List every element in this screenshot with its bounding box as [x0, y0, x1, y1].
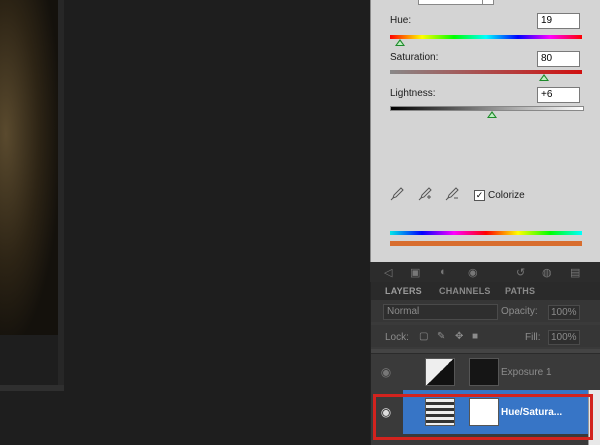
saturation-slider-track[interactable]: [390, 70, 582, 74]
adjustments-panel: Hue: 19 Saturation: 80 Lightness: +6 ✓ C…: [370, 0, 600, 262]
tab-channels[interactable]: CHANNELS: [439, 286, 491, 296]
layer-mask-thumbnail: [469, 358, 499, 386]
hue-slider-track[interactable]: [390, 35, 582, 39]
opacity-label: Opacity:: [501, 306, 538, 317]
canvas-border: [58, 0, 64, 390]
hue-input[interactable]: 19: [537, 13, 580, 29]
exposure-adjustment-thumbnail: [425, 358, 455, 386]
lightness-slider-handle[interactable]: [486, 111, 497, 118]
lock-position-icon[interactable]: ✥: [455, 332, 465, 342]
lock-pixels-icon[interactable]: ✎: [437, 332, 447, 342]
saturation-input[interactable]: 80: [537, 51, 580, 67]
previous-state-icon[interactable]: ↺: [516, 266, 525, 279]
lock-label: Lock:: [385, 332, 409, 343]
saturation-slider-handle[interactable]: [538, 74, 549, 81]
expand-view-icon[interactable]: ▣: [410, 266, 420, 279]
saturation-label: Saturation:: [390, 52, 439, 63]
tab-paths[interactable]: PATHS: [505, 286, 535, 296]
colorize-label: Colorize: [488, 190, 525, 201]
eye-icon[interactable]: ◉: [377, 363, 395, 381]
hue-label: Hue:: [390, 15, 412, 26]
lock-all-icon[interactable]: ■: [472, 332, 482, 342]
eyedropper-icon[interactable]: [390, 187, 404, 201]
visibility-icon[interactable]: ◉: [468, 266, 478, 279]
blend-mode-select[interactable]: Normal: [383, 304, 498, 320]
canvas-border-bottom: [0, 385, 64, 391]
fill-input[interactable]: 100%: [548, 330, 580, 345]
document-canvas[interactable]: [0, 0, 370, 445]
adjustments-footer-toolbar: ◁ ▣ ◐ ◉ ↺ ◍ ▤: [370, 262, 600, 282]
eyedropper-minus-icon[interactable]: [445, 187, 459, 201]
color-range-bar-output: [390, 241, 582, 246]
eyedropper-plus-icon[interactable]: [418, 187, 432, 201]
trash-icon[interactable]: ▤: [570, 266, 580, 279]
tab-layers[interactable]: LAYERS: [385, 286, 422, 296]
reset-icon[interactable]: ◍: [542, 266, 552, 279]
lightness-label: Lightness:: [390, 88, 436, 99]
layer-row[interactable]: ◉ Exposure 1: [371, 353, 600, 391]
back-arrow-icon[interactable]: ◁: [384, 266, 392, 279]
preset-dropdown-arrow[interactable]: [482, 0, 494, 5]
layer-name: Exposure 1: [501, 367, 552, 378]
colorize-checkbox[interactable]: ✓: [474, 190, 485, 201]
clip-layer-icon[interactable]: ◐: [440, 266, 447, 278]
lightness-input[interactable]: +6: [537, 87, 580, 103]
color-range-bar-input: [390, 231, 582, 235]
opacity-input[interactable]: 100%: [548, 305, 580, 320]
layers-panel-tabs: LAYERS CHANNELS PATHS: [371, 282, 600, 300]
hue-slider-handle[interactable]: [394, 39, 405, 46]
fill-label: Fill:: [525, 332, 541, 343]
annotation-highlight-box: [373, 394, 593, 440]
photo-image: [0, 0, 61, 335]
lock-transparent-icon[interactable]: ▢: [419, 332, 429, 342]
